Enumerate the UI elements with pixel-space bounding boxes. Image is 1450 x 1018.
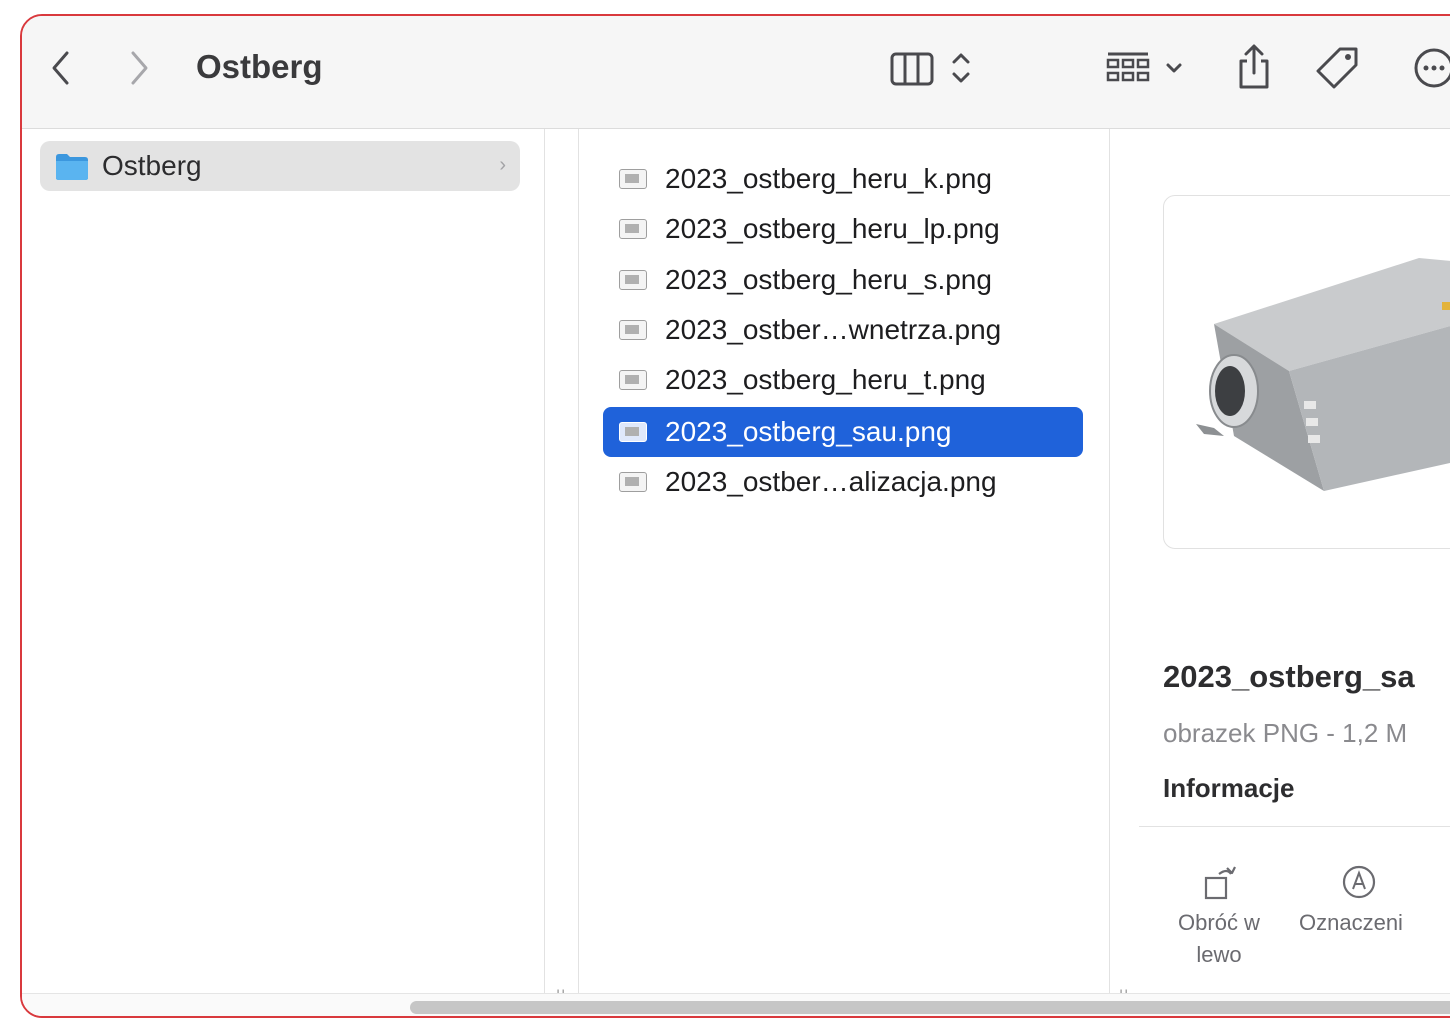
finder-window: Ostberg Ostberg › 2023_ostberg_heru_k.pn… xyxy=(20,14,1450,1018)
rotate-left-label-line1: Obróć w xyxy=(1178,910,1260,935)
markup-button[interactable]: Oznaczeni xyxy=(1299,857,1450,939)
file-name: 2023_ostberg_heru_t.png xyxy=(665,364,986,395)
preview-pane: 2023_ostberg_sa obrazek PNG - 1,2 M Info… xyxy=(1139,129,1450,1016)
file-name: 2023_ostberg_heru_k.png xyxy=(665,163,992,194)
chevron-left-icon[interactable] xyxy=(44,46,78,90)
file-name: 2023_ostberg_heru_s.png xyxy=(665,264,992,295)
ellipsis-circle-icon[interactable] xyxy=(1412,46,1450,90)
window-title: Ostberg xyxy=(196,48,323,85)
image-file-icon xyxy=(619,219,647,239)
folder-icon xyxy=(54,152,90,180)
chevron-right-icon[interactable] xyxy=(122,46,156,90)
markup-icon xyxy=(1299,857,1419,907)
image-file-icon xyxy=(619,169,647,189)
share-icon[interactable] xyxy=(1232,42,1276,94)
file-name: 2023_ostber…wnetrza.png xyxy=(665,314,1002,345)
file-row[interactable]: 2023_ostberg_heru_lp.png xyxy=(603,204,1083,254)
file-row[interactable]: 2023_ostber…wnetrza.png xyxy=(603,305,1083,355)
rotate-left-button[interactable]: Obróć w lewo xyxy=(1159,857,1279,971)
file-row[interactable]: 2023_ostberg_heru_k.png xyxy=(603,154,1083,204)
file-name: 2023_ostberg_heru_lp.png xyxy=(665,213,1000,244)
file-name: 2023_ostberg_sau.png xyxy=(665,416,952,447)
file-row[interactable]: 2023_ostber…alizacja.png xyxy=(603,457,1083,507)
folder-column: Ostberg › || xyxy=(22,129,565,1016)
ventilation-unit-image xyxy=(1196,258,1450,491)
info-heading[interactable]: Informacje xyxy=(1163,773,1295,804)
file-name: 2023_ostber…alizacja.png xyxy=(665,466,997,497)
file-column: 2023_ostberg_heru_k.png 2023_ostberg_her… xyxy=(578,129,1128,1016)
rotate-left-icon xyxy=(1159,857,1279,907)
image-file-icon xyxy=(619,370,647,390)
toolbar: Ostberg xyxy=(22,16,1450,129)
rotate-left-label-line2: lewo xyxy=(1196,942,1242,967)
image-preview xyxy=(1163,195,1450,549)
horizontal-scrollbar[interactable] xyxy=(22,993,1450,1016)
sidebar-item-ostberg[interactable]: Ostberg › xyxy=(40,141,520,191)
preview-file-kind: obrazek PNG - 1,2 M xyxy=(1163,718,1408,748)
tag-icon[interactable] xyxy=(1316,44,1362,92)
image-file-icon xyxy=(619,472,647,492)
group-grid-icon[interactable] xyxy=(1104,48,1190,88)
markup-label: Oznaczeni xyxy=(1299,910,1403,935)
preview-file-name: 2023_ostberg_sa xyxy=(1163,659,1415,694)
sidebar-item-label: Ostberg xyxy=(102,150,202,181)
file-row[interactable]: 2023_ostberg_heru_s.png xyxy=(603,255,1083,305)
scrollbar-thumb[interactable] xyxy=(410,1001,1450,1014)
image-file-icon xyxy=(619,422,647,442)
image-file-icon xyxy=(619,320,647,340)
image-file-icon xyxy=(619,270,647,290)
divider xyxy=(1139,826,1450,827)
column-view-icon[interactable] xyxy=(888,48,978,88)
file-row[interactable]: 2023_ostberg_heru_t.png xyxy=(603,355,1083,405)
chevron-right-icon: › xyxy=(499,154,506,176)
file-row-selected[interactable]: 2023_ostberg_sau.png xyxy=(603,407,1083,457)
